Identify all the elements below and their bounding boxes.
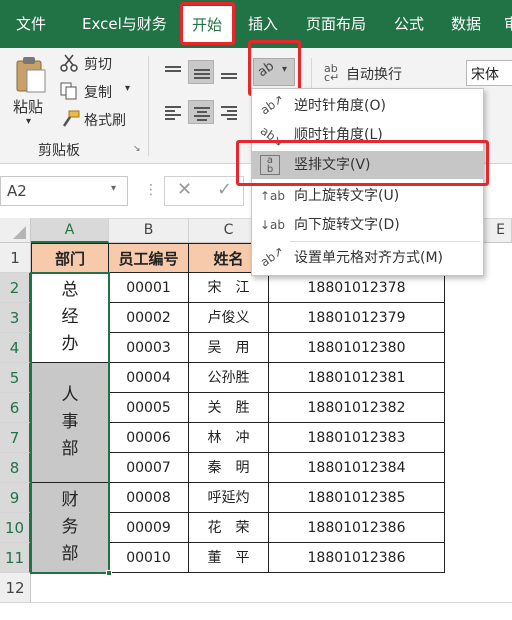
copy-button[interactable]: 复制 [84, 82, 112, 102]
tab-page-layout[interactable]: 页面布局 [306, 0, 366, 48]
phone-cell[interactable]: 18801012386 [269, 513, 445, 543]
paste-dropdown-icon[interactable]: ▾ [26, 116, 31, 127]
row-header-11[interactable]: 11 [0, 543, 31, 573]
counterclockwise-angle-icon: ab↗ [257, 91, 287, 118]
rotate-down-icon: ↓ab [260, 218, 286, 232]
copy-dropdown-icon[interactable]: ▾ [125, 83, 130, 94]
menu-item-rotate-down[interactable]: ↓ab 向下旋转文字(D) [252, 211, 483, 239]
tab-data[interactable]: 数据 [451, 0, 481, 48]
row-header-2[interactable]: 2 [0, 273, 31, 303]
paste-icon[interactable] [14, 56, 48, 94]
middle-align-icon[interactable] [188, 60, 214, 84]
employee-id-cell[interactable]: 00003 [109, 333, 189, 363]
group-separator [311, 58, 312, 88]
formula-buttons: ✕ ✓ [164, 176, 244, 206]
employee-id-cell[interactable]: 00006 [109, 423, 189, 453]
font-name-box[interactable]: 宋体 [466, 60, 512, 86]
menu-item-format-alignment[interactable]: ab↗ 设置单元格对齐方式(M) [252, 244, 483, 272]
spreadsheet-grid: A B C D E 123456789101112 部门员工编号姓名电话总经办人… [0, 218, 512, 620]
menu-item-counterclockwise[interactable]: ab↗ 逆时针角度(O) [252, 92, 483, 120]
employee-name-cell[interactable]: 公孙胜 [189, 363, 269, 393]
row-header-7[interactable]: 7 [0, 423, 31, 453]
row-header-4[interactable]: 4 [0, 333, 31, 363]
fill-handle[interactable] [106, 570, 112, 576]
clipboard-launcher-icon[interactable]: ↘ [133, 144, 141, 154]
wrap-text-icon: ab c↵ [324, 62, 340, 84]
header-cell[interactable]: 部门 [31, 243, 109, 273]
tab-formulas[interactable]: 公式 [394, 0, 424, 48]
format-painter-button[interactable]: 格式刷 [84, 110, 126, 130]
row-header-6[interactable]: 6 [0, 393, 31, 423]
wrap-text-button[interactable]: 自动换行 [346, 64, 402, 84]
phone-cell[interactable]: 18801012379 [269, 303, 445, 333]
employee-id-cell[interactable]: 00007 [109, 453, 189, 483]
vertical-text-highlight [236, 140, 489, 186]
rotate-up-icon: ↑ab [260, 189, 286, 203]
employee-name-cell[interactable]: 宋 江 [189, 273, 269, 303]
row-header-1[interactable]: 1 [0, 243, 31, 273]
employee-name-cell[interactable]: 花 荣 [189, 513, 269, 543]
select-all-corner[interactable] [0, 218, 31, 243]
paste-button[interactable]: 粘贴 [13, 96, 43, 117]
phone-cell[interactable]: 18801012380 [269, 333, 445, 363]
cancel-icon[interactable]: ✕ [177, 179, 192, 200]
employee-id-cell[interactable]: 00009 [109, 513, 189, 543]
employee-id-cell[interactable]: 00010 [109, 543, 189, 573]
phone-cell[interactable]: 18801012385 [269, 483, 445, 513]
column-header-b[interactable]: B [109, 218, 189, 243]
row-header-9[interactable]: 9 [0, 483, 31, 513]
top-align-icon[interactable] [160, 60, 186, 84]
employee-id-cell[interactable]: 00005 [109, 393, 189, 423]
employee-name-cell[interactable]: 董 平 [189, 543, 269, 573]
employee-name-cell[interactable]: 卢俊义 [189, 303, 269, 333]
tab-file[interactable]: 文件 [16, 0, 46, 48]
employee-name-cell[interactable]: 呼延灼 [189, 483, 269, 513]
employee-id-cell[interactable]: 00001 [109, 273, 189, 303]
bottom-align-icon[interactable] [216, 60, 242, 84]
row-header-3[interactable]: 3 [0, 303, 31, 333]
clipboard-group-label: 剪贴板 [38, 143, 80, 159]
chevron-down-icon[interactable]: ▾ [111, 183, 116, 194]
format-painter-icon [60, 110, 80, 128]
enter-icon[interactable]: ✓ [217, 179, 232, 200]
font-name-value: 宋体 [471, 67, 499, 83]
row-header-8[interactable]: 8 [0, 453, 31, 483]
menu-divider [290, 241, 480, 242]
row-header-12[interactable]: 12 [0, 573, 31, 603]
menu-item-rotate-up[interactable]: ↑ab 向上旋转文字(U) [252, 182, 483, 210]
employee-id-cell[interactable]: 00002 [109, 303, 189, 333]
header-cell[interactable]: 员工编号 [109, 243, 189, 273]
employee-id-cell[interactable]: 00004 [109, 363, 189, 393]
row-header-10[interactable]: 10 [0, 513, 31, 543]
phone-cell[interactable]: 18801012386 [269, 543, 445, 573]
more-icon: ⋮ [144, 182, 158, 198]
employee-name-cell[interactable]: 吴 用 [189, 333, 269, 363]
center-align-icon[interactable] [188, 100, 214, 124]
phone-cell[interactable]: 18801012384 [269, 453, 445, 483]
name-box-value: A2 [7, 182, 27, 200]
employee-name-cell[interactable]: 秦 明 [189, 453, 269, 483]
group-separator [148, 56, 149, 156]
format-alignment-icon: ab↗ [257, 243, 287, 270]
row-header-5[interactable]: 5 [0, 363, 31, 393]
copy-icon [60, 82, 78, 100]
column-header-a[interactable]: A [31, 218, 109, 243]
phone-cell[interactable]: 18801012381 [269, 363, 445, 393]
phone-cell[interactable]: 18801012378 [269, 273, 445, 303]
selection-outline [30, 272, 110, 574]
left-align-icon[interactable] [160, 100, 186, 124]
scissors-icon [60, 54, 78, 72]
tab-excel-finance[interactable]: Excel与财务 [82, 0, 167, 48]
phone-cell[interactable]: 18801012383 [269, 423, 445, 453]
name-box[interactable]: A2 ▾ [0, 176, 128, 206]
tab-review[interactable]: 审 [504, 0, 512, 48]
employee-name-cell[interactable]: 关 胜 [189, 393, 269, 423]
right-align-icon[interactable] [216, 100, 242, 124]
gridline [31, 602, 512, 603]
home-tab-highlight [180, 2, 235, 45]
phone-cell[interactable]: 18801012382 [269, 393, 445, 423]
cut-button[interactable]: 剪切 [84, 54, 112, 74]
employee-name-cell[interactable]: 林 冲 [189, 423, 269, 453]
employee-id-cell[interactable]: 00008 [109, 483, 189, 513]
